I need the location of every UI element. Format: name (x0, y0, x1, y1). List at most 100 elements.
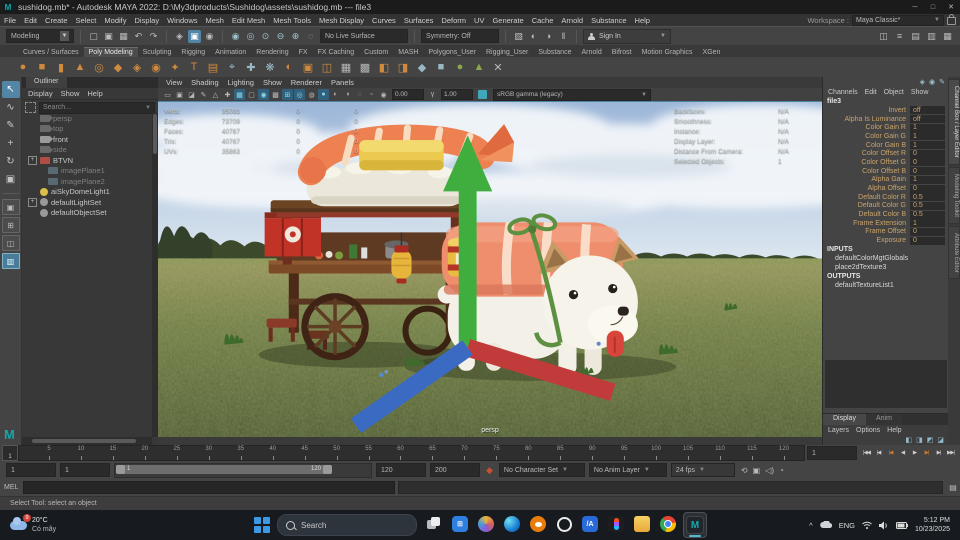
shelf-tool-bridge[interactable]: ◆ (413, 59, 431, 76)
menu[interactable]: Edit (20, 16, 41, 25)
layout-button-two-pane[interactable]: ◫ (1, 235, 20, 251)
attribute-value-field[interactable]: 0 (910, 167, 945, 176)
taskbar-app-edge[interactable] (501, 512, 523, 536)
attribute-label[interactable]: Color Offset B (823, 168, 910, 175)
taskbar-app-task-view[interactable] (423, 512, 445, 536)
panel-toggle-icon-modeling-toolkit-toggle[interactable]: ◫ (877, 30, 890, 43)
expand-icon[interactable]: + (28, 197, 37, 207)
menu-set-select[interactable]: Modeling ▼ (6, 29, 74, 43)
current-frame-field[interactable]: 1 (807, 446, 857, 460)
anim-layer-select[interactable]: No Anim Layer ▼ (588, 463, 667, 477)
status-icon-undo[interactable]: ↶ (132, 30, 145, 43)
shelf-tool-fill-hole[interactable]: ■ (432, 59, 450, 76)
menu[interactable]: Deform (437, 16, 470, 25)
window-control-close[interactable]: ✕ (942, 0, 960, 14)
shelf-tab[interactable]: Bifrost (607, 48, 637, 57)
snap-icon-snap-point[interactable]: ⊙ (259, 30, 272, 43)
viewport-toolbar-icon[interactable]: ◐ (330, 89, 341, 100)
channel-box-icon-manipulator[interactable]: ✎ (939, 78, 945, 86)
attribute-value-field[interactable]: 1 (910, 123, 945, 132)
shelf-tool-type-tool[interactable]: T (185, 59, 203, 76)
outliner-menu[interactable]: Display (28, 89, 53, 98)
layout-button-four-pane[interactable]: ⊞ (1, 217, 20, 233)
attribute-label[interactable]: Color Offset G (823, 159, 910, 166)
shelf-tool-bevel[interactable]: ◨ (394, 59, 412, 76)
channel-box-menu[interactable]: Channels (828, 89, 858, 96)
layer-editor-menu[interactable]: Help (887, 427, 901, 434)
render-icon-ipr-render[interactable]: ◐ (527, 30, 540, 43)
loop-icon[interactable]: ⟲ (741, 466, 748, 475)
snap-icon-snap-view[interactable]: ⊕ (289, 30, 302, 43)
tool-paint-select[interactable]: ✎ (2, 117, 20, 134)
panel-toggle-icon-hypershade-toggle[interactable]: ≡ (893, 30, 906, 43)
shelf-tool-platonic-solid[interactable]: ◉ (147, 59, 165, 76)
attribute-label[interactable]: Frame Extension (823, 220, 910, 227)
menu[interactable]: Curves (368, 16, 400, 25)
shelf-tool-poly-cone[interactable]: ▲ (71, 59, 89, 76)
snap-icon-snap-grid[interactable]: ◉ (229, 30, 242, 43)
color-space-select[interactable]: sRGB gamma (legacy) ▼ (493, 88, 651, 101)
taskbar-app-maya[interactable]: M (683, 512, 707, 538)
shelf-tab[interactable]: Substance (533, 48, 576, 57)
range-track[interactable]: 1 120 (114, 462, 372, 478)
viewport-toolbar-icon[interactable]: ● (318, 89, 329, 100)
outliner-search-input[interactable]: Search... ▼ (39, 101, 155, 114)
menu[interactable]: Mesh Display (315, 16, 368, 25)
taskbar-app-microsoft-store[interactable]: ⊞ (449, 512, 471, 536)
viewport-menu[interactable]: Show (263, 78, 282, 87)
playback-end-field[interactable]: 120 (376, 463, 426, 477)
attribute-label[interactable]: Color Gain G (823, 133, 910, 140)
attribute-value-field[interactable]: off (910, 115, 945, 124)
tool-lasso[interactable]: ∿ (2, 99, 20, 116)
auto-key-icon[interactable]: ▣ (753, 466, 761, 475)
shelf-tab[interactable]: Sculpting (138, 48, 177, 57)
attribute-value-field[interactable]: 0 (910, 184, 945, 193)
animation-end-field[interactable]: 200 (430, 463, 480, 477)
timeline-track[interactable]: 5 10 15 20 25 30 35 40 45 50 55 60 65 70 75 80 85 90 95 100… (18, 445, 805, 461)
menu[interactable]: Substance (587, 16, 630, 25)
channel-box-icon-speed-state[interactable]: ◉ (929, 78, 935, 86)
attribute-value-field[interactable]: 0.5 (910, 193, 945, 202)
viewport-toolbar-icon[interactable]: ▢ (246, 89, 257, 100)
shelf-tab[interactable]: Custom (359, 48, 393, 57)
sidebar-tab[interactable]: Attribute Editor (948, 225, 960, 280)
outliner-tab[interactable]: Outliner (26, 77, 67, 88)
selected-node-name[interactable]: file3 (823, 97, 949, 106)
attribute-label[interactable]: Alpha Offset (823, 185, 910, 192)
input-node[interactable]: place2dTexture3 (823, 263, 949, 272)
viewport-toolbar-icon[interactable]: ▭ (162, 89, 173, 100)
attribute-label[interactable]: Color Offset R (823, 150, 910, 157)
shelf-tool-combine[interactable]: ◐ (280, 59, 298, 76)
tool-move[interactable]: + (2, 135, 20, 152)
attribute-value-field[interactable]: 0 (910, 149, 945, 158)
taskbar-search[interactable]: Search (277, 514, 417, 536)
transport-button-step-back-frame[interactable]: |◀ (873, 447, 884, 459)
attribute-label[interactable]: Default Color R (823, 194, 910, 201)
range-handle-right[interactable] (323, 464, 332, 474)
animation-start-field[interactable]: 1 (6, 463, 56, 477)
menu[interactable]: UV (470, 16, 488, 25)
viewport-toolbar-icon[interactable]: ◌ (354, 89, 365, 100)
transport-button-step-forward-frame[interactable]: ▶| (933, 447, 944, 459)
view-transform-icon[interactable] (478, 90, 487, 99)
shelf-tool-boolean-union[interactable]: ◫ (318, 59, 336, 76)
attribute-value-field[interactable]: 0 (910, 236, 945, 245)
anim-prefs-icon[interactable]: ◔ (779, 466, 784, 475)
status-icon-save-scene[interactable]: ▦ (117, 30, 130, 43)
shelf-tool-super-shape[interactable]: ✦ (166, 59, 184, 76)
shelf-tab[interactable]: Rigging (176, 48, 210, 57)
start-button[interactable] (253, 516, 271, 534)
symmetry-field[interactable]: Symmetry: Off (421, 29, 499, 43)
layer-editor-tab[interactable]: Anim (865, 414, 902, 425)
attribute-value-field[interactable]: 1 (910, 219, 945, 228)
attribute-value-field[interactable]: 1 (910, 132, 945, 141)
shelf-tool-multi-cut[interactable]: ❋ (261, 59, 279, 76)
taskbar-app-chrome[interactable] (657, 512, 679, 536)
expand-icon[interactable]: + (28, 155, 37, 165)
shelf-tab[interactable]: FX Caching (313, 48, 360, 57)
range-handle-left[interactable] (116, 464, 125, 474)
shelf-tool-construction-plane[interactable]: ⌖ (223, 59, 241, 76)
layer-editor-menu[interactable]: Options (856, 427, 880, 434)
taskbar-app-blender[interactable] (527, 512, 549, 536)
outliner-menu[interactable]: Help (87, 89, 102, 98)
